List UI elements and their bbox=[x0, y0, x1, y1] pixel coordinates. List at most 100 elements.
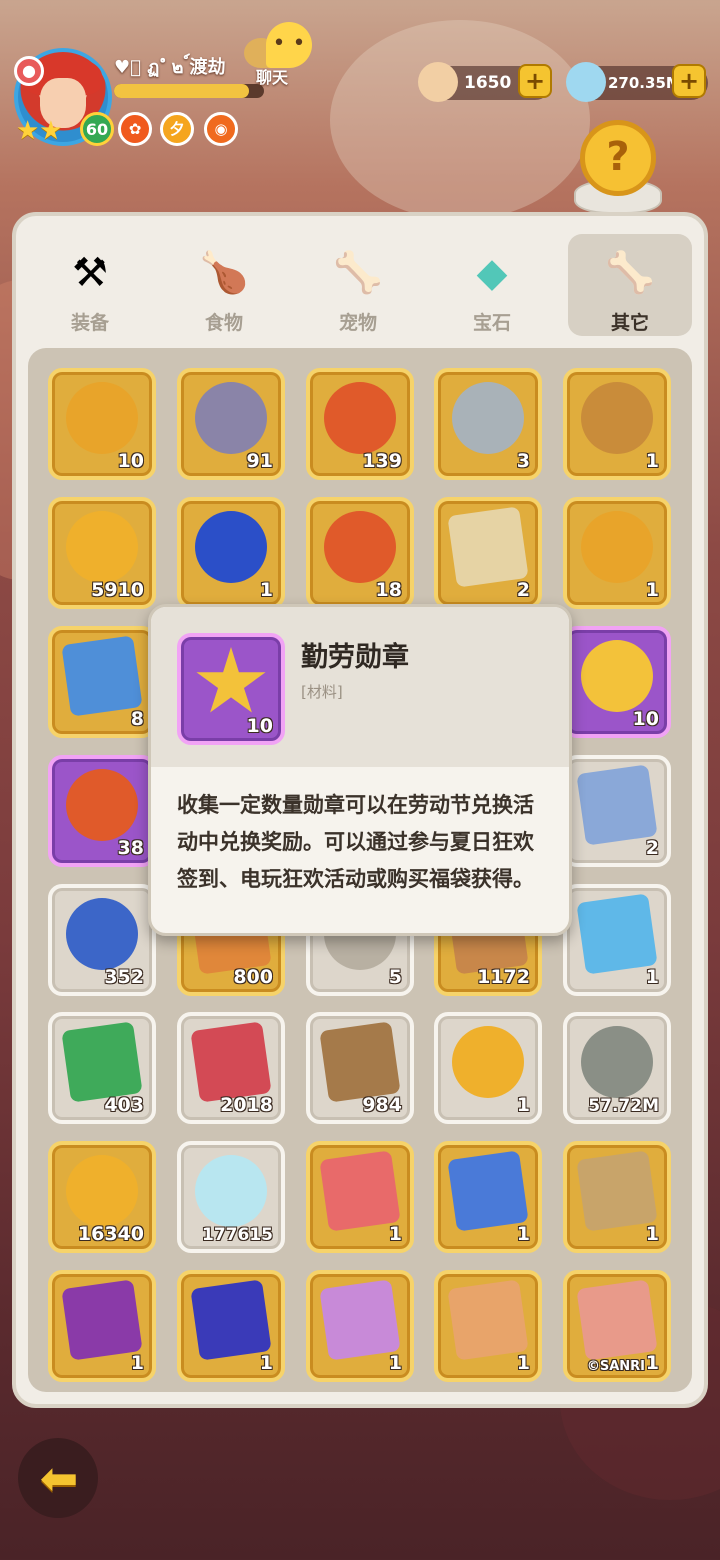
shell-icon bbox=[418, 62, 458, 102]
photo-card-icon bbox=[447, 1150, 529, 1232]
xp-fill bbox=[114, 84, 249, 98]
item-slot[interactable]: 3 bbox=[434, 368, 542, 480]
tab-gem[interactable]: ◆ 宝石 bbox=[430, 234, 554, 336]
notification-badge-icon: ● bbox=[14, 56, 44, 86]
xp-bar bbox=[114, 84, 264, 98]
item-slot[interactable]: 1 bbox=[434, 1012, 542, 1124]
item-count: 1 bbox=[516, 1094, 530, 1116]
item-slot[interactable]: 91 bbox=[177, 368, 285, 480]
item-slot[interactable]: ©SANRI 1 bbox=[563, 1270, 671, 1382]
gem-tab-icon: ◆ bbox=[476, 250, 508, 296]
item-slot[interactable]: 8 bbox=[48, 626, 156, 738]
category-tabs: ⚒ 装备 🍗 食物 🦴 宠物 ◆ 宝石 🦴 其它 bbox=[28, 234, 692, 338]
medal-coin-icon bbox=[581, 511, 653, 583]
tab-label: 食物 bbox=[204, 312, 243, 334]
item-slot[interactable]: 1 bbox=[434, 1270, 542, 1382]
buff-icon[interactable]: 夕 bbox=[160, 112, 194, 146]
item-slot[interactable]: 1 bbox=[434, 1141, 542, 1253]
copyright-watermark: ©SANRI bbox=[586, 1359, 645, 1374]
item-count: 10 bbox=[117, 450, 144, 472]
back-arrow-icon: ⬅ bbox=[39, 1451, 79, 1505]
tab-other[interactable]: 🦴 其它 bbox=[568, 234, 692, 336]
item-count: 10 bbox=[632, 708, 659, 730]
item-slot[interactable]: 10 bbox=[563, 626, 671, 738]
item-count: 1 bbox=[259, 579, 273, 601]
chat-button[interactable]: • • 聊天 bbox=[244, 22, 320, 87]
play-ticket-icon bbox=[319, 1021, 401, 1103]
item-slot[interactable]: 1 bbox=[177, 497, 285, 609]
back-button[interactable]: ⬅ bbox=[18, 1438, 98, 1518]
tooltip-title: 勤劳勋章 bbox=[301, 642, 409, 673]
red-horned-chest-icon bbox=[324, 382, 396, 454]
item-slot[interactable]: 5910 bbox=[48, 497, 156, 609]
item-slot[interactable]: 177615 bbox=[177, 1141, 285, 1253]
item-slot[interactable]: 16340 bbox=[48, 1141, 156, 1253]
blue-crystal-icon bbox=[66, 898, 138, 970]
hero-token-icon bbox=[195, 511, 267, 583]
map-scroll-icon bbox=[447, 506, 529, 588]
item-slot[interactable]: 2018 bbox=[177, 1012, 285, 1124]
item-count: 800 bbox=[233, 966, 273, 988]
item-slot[interactable]: 984 bbox=[306, 1012, 414, 1124]
item-slot[interactable]: 2 bbox=[434, 497, 542, 609]
item-count: 1 bbox=[516, 1352, 530, 1374]
item-slot[interactable]: 139 bbox=[306, 368, 414, 480]
tab-pet[interactable]: 🦴 宠物 bbox=[296, 234, 420, 336]
tooltip-description: 收集一定数量勋章可以在劳动节兑换活动中兑换奖励。可以通过参与夏日狂欢签到、电玩狂… bbox=[177, 793, 534, 891]
item-slot[interactable]: 1 bbox=[177, 1270, 285, 1382]
item-count: 139 bbox=[362, 450, 402, 472]
item-count: 1 bbox=[130, 1352, 144, 1374]
star-rank-icon: ★★ bbox=[16, 116, 63, 146]
item-count: 1 bbox=[259, 1352, 273, 1374]
item-count: 2 bbox=[645, 837, 659, 859]
item-slot[interactable]: 1 bbox=[563, 368, 671, 480]
tooltip-category: [材料] bbox=[301, 683, 343, 701]
item-count: 5 bbox=[388, 966, 402, 988]
item-slot[interactable]: 1 bbox=[306, 1141, 414, 1253]
photo-card-icon bbox=[319, 1150, 401, 1232]
item-slot[interactable]: 18 bbox=[306, 497, 414, 609]
rune-stone-icon bbox=[581, 1026, 653, 1098]
help-button[interactable]: ? bbox=[574, 120, 662, 216]
item-count: 1 bbox=[645, 966, 659, 988]
buff-icon[interactable]: ✿ bbox=[118, 112, 152, 146]
item-slot[interactable]: 1 bbox=[563, 884, 671, 996]
item-count: 10 bbox=[246, 715, 273, 737]
item-count: 984 bbox=[362, 1094, 402, 1116]
item-slot[interactable]: 38 bbox=[48, 755, 156, 867]
item-slot[interactable]: 10 bbox=[48, 368, 156, 480]
item-slot[interactable]: 57.72M bbox=[563, 1012, 671, 1124]
item-slot[interactable]: 403 bbox=[48, 1012, 156, 1124]
item-slot[interactable]: 2 bbox=[563, 755, 671, 867]
chat-label: 聊天 bbox=[256, 68, 289, 87]
red-horned-chest-icon bbox=[324, 511, 396, 583]
item-slot[interactable]: 352 bbox=[48, 884, 156, 996]
gem-icon bbox=[566, 62, 606, 102]
add-gem-button[interactable]: + bbox=[672, 64, 706, 98]
emblem-icon bbox=[581, 382, 653, 454]
item-count: 3 bbox=[516, 450, 530, 472]
add-shell-button[interactable]: + bbox=[518, 64, 552, 98]
tab-label: 宠物 bbox=[338, 312, 377, 334]
red-horned-chest-icon bbox=[66, 769, 138, 841]
item-slot[interactable]: 1 bbox=[563, 1141, 671, 1253]
tab-equipment[interactable]: ⚒ 装备 bbox=[28, 234, 152, 336]
question-coin-icon: ? bbox=[580, 120, 656, 196]
star-badge-icon bbox=[196, 647, 266, 713]
item-slot[interactable]: 1 bbox=[563, 497, 671, 609]
green-ticket-icon bbox=[61, 1021, 143, 1103]
item-count: 16340 bbox=[77, 1223, 144, 1245]
tab-food[interactable]: 🍗 食物 bbox=[162, 234, 286, 336]
item-count: 1 bbox=[645, 1352, 659, 1374]
background-decoration bbox=[330, 20, 590, 220]
photo-card-icon bbox=[447, 1279, 529, 1361]
star-badge-icon bbox=[581, 640, 653, 712]
buff-icon[interactable]: ◉ bbox=[204, 112, 238, 146]
item-slot[interactable]: 1 bbox=[306, 1270, 414, 1382]
blue-card-icon bbox=[576, 893, 658, 975]
gem-currency: 270.35M + bbox=[566, 62, 708, 102]
photo-card-icon bbox=[190, 1279, 272, 1361]
item-slot[interactable]: 1 bbox=[48, 1270, 156, 1382]
item-count: 1 bbox=[516, 1223, 530, 1245]
item-count: 38 bbox=[117, 837, 144, 859]
